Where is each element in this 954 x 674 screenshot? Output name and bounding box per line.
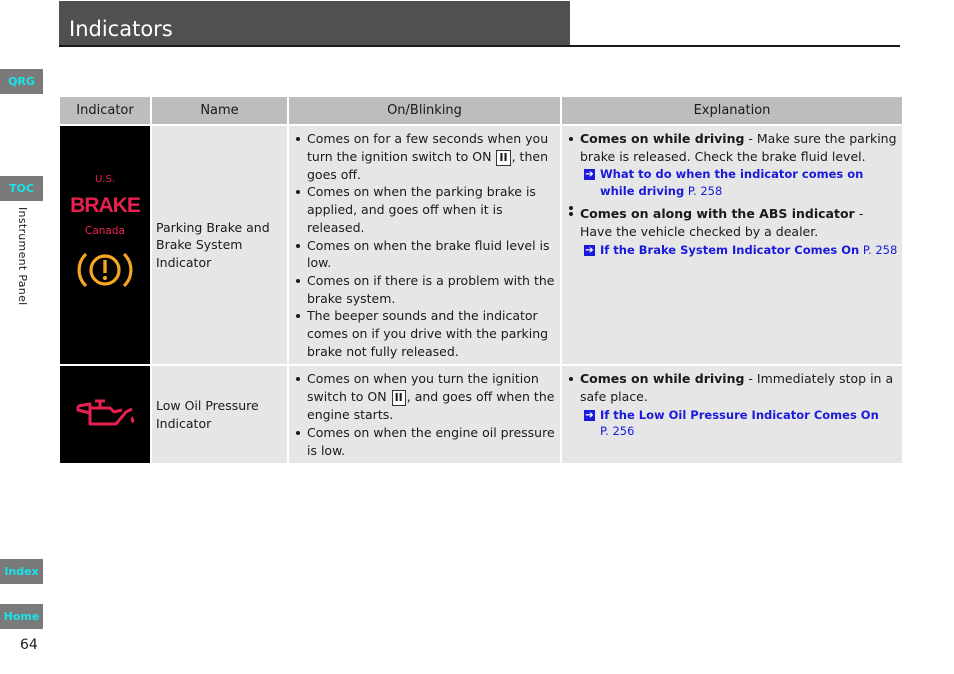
table-row: Low Oil Pressure Indicator Comes on when… — [60, 366, 902, 464]
cross-reference-link[interactable]: ➔ If the Brake System Indicator Comes On… — [580, 242, 898, 259]
header-on-blinking: On/Blinking — [289, 97, 560, 124]
list-item: Comes on if there is a problem with the … — [293, 272, 556, 307]
section-label: Instrument Panel — [16, 207, 29, 306]
us-label: U.S. — [94, 174, 116, 186]
reference-title[interactable]: What to do when the indicator comes on w… — [600, 167, 863, 198]
reference-page[interactable]: P. 258 — [688, 184, 722, 198]
list-item: Comes on along with the ABS indicator - … — [566, 205, 898, 258]
condition-text: Comes on while driving — [580, 131, 745, 146]
list-item: Comes on for a few seconds when you turn… — [293, 130, 556, 183]
arrow-right-icon: ➔ — [584, 169, 595, 181]
canada-label: Canada — [85, 224, 125, 237]
indicator-cell — [60, 366, 150, 464]
reference-title[interactable]: If the Brake System Indicator Comes On — [600, 243, 859, 257]
arrow-right-icon: ➔ — [584, 244, 595, 256]
header-name: Name — [152, 97, 287, 124]
list-item: Comes on while driving - Immediately sto… — [566, 370, 898, 439]
home-tab[interactable]: Home — [0, 604, 43, 629]
list-item: Comes on while driving - Make sure the p… — [566, 130, 898, 199]
toc-tab[interactable]: TOC — [0, 176, 43, 201]
explanation-cell: Comes on while driving - Make sure the p… — [562, 126, 902, 365]
reference-page[interactable]: P. 256 — [600, 424, 634, 438]
table-row: U.S. BRAKE Canada Parking Brake and Brak… — [60, 126, 902, 365]
brake-warning-icon: U.S. BRAKE Canada — [60, 174, 150, 297]
index-tab[interactable]: Index — [0, 559, 43, 584]
ignition-on-icon: II — [391, 390, 406, 407]
name-cell: Low Oil Pressure Indicator — [152, 366, 287, 464]
list-item: Comes on when the engine oil pressure is… — [293, 424, 556, 459]
table-header-row: Indicator Name On/Blinking Explanation — [60, 97, 902, 124]
reference-page[interactable]: P. 258 — [863, 243, 897, 257]
oil-can-icon — [76, 399, 135, 426]
ignition-on-icon: II — [496, 149, 511, 166]
indicator-cell: U.S. BRAKE Canada — [60, 126, 150, 365]
list-item: Comes on when the brake fluid level is l… — [293, 237, 556, 272]
brake-text-icon: BRAKE — [70, 194, 141, 218]
arrow-right-icon: ➔ — [584, 409, 595, 421]
page-title: Indicators — [59, 1, 570, 46]
indicators-table: Indicator Name On/Blinking Explanation U… — [58, 95, 904, 465]
list-item: The beeper sounds and the indicator come… — [293, 307, 556, 360]
qrg-tab[interactable]: QRG — [0, 69, 43, 94]
explanation-cell: Comes on while driving - Immediately sto… — [562, 366, 902, 464]
name-cell: Parking Brake and Brake System Indicator — [152, 126, 287, 365]
reference-title[interactable]: If the Low Oil Pressure Indicator Comes … — [600, 408, 879, 422]
list-item: Comes on when you turn the ignition swit… — [293, 370, 556, 423]
cross-reference-link[interactable]: ➔ If the Low Oil Pressure Indicator Come… — [580, 407, 898, 440]
title-divider — [59, 45, 900, 47]
header-indicator: Indicator — [60, 97, 150, 124]
condition-text: Comes on along with the ABS indicator — [580, 206, 855, 222]
on-blinking-cell: Comes on for a few seconds when you turn… — [289, 126, 560, 365]
page-number: 64 — [20, 637, 38, 653]
header-explanation: Explanation — [562, 97, 902, 124]
list-item: Comes on when the parking brake is appli… — [293, 183, 556, 236]
condition-text: Comes on while driving — [580, 371, 745, 387]
cross-reference-link[interactable]: ➔ What to do when the indicator comes on… — [580, 166, 898, 199]
on-blinking-cell: Comes on when you turn the ignition swit… — [289, 366, 560, 464]
circle-exclamation-icon — [77, 253, 133, 288]
